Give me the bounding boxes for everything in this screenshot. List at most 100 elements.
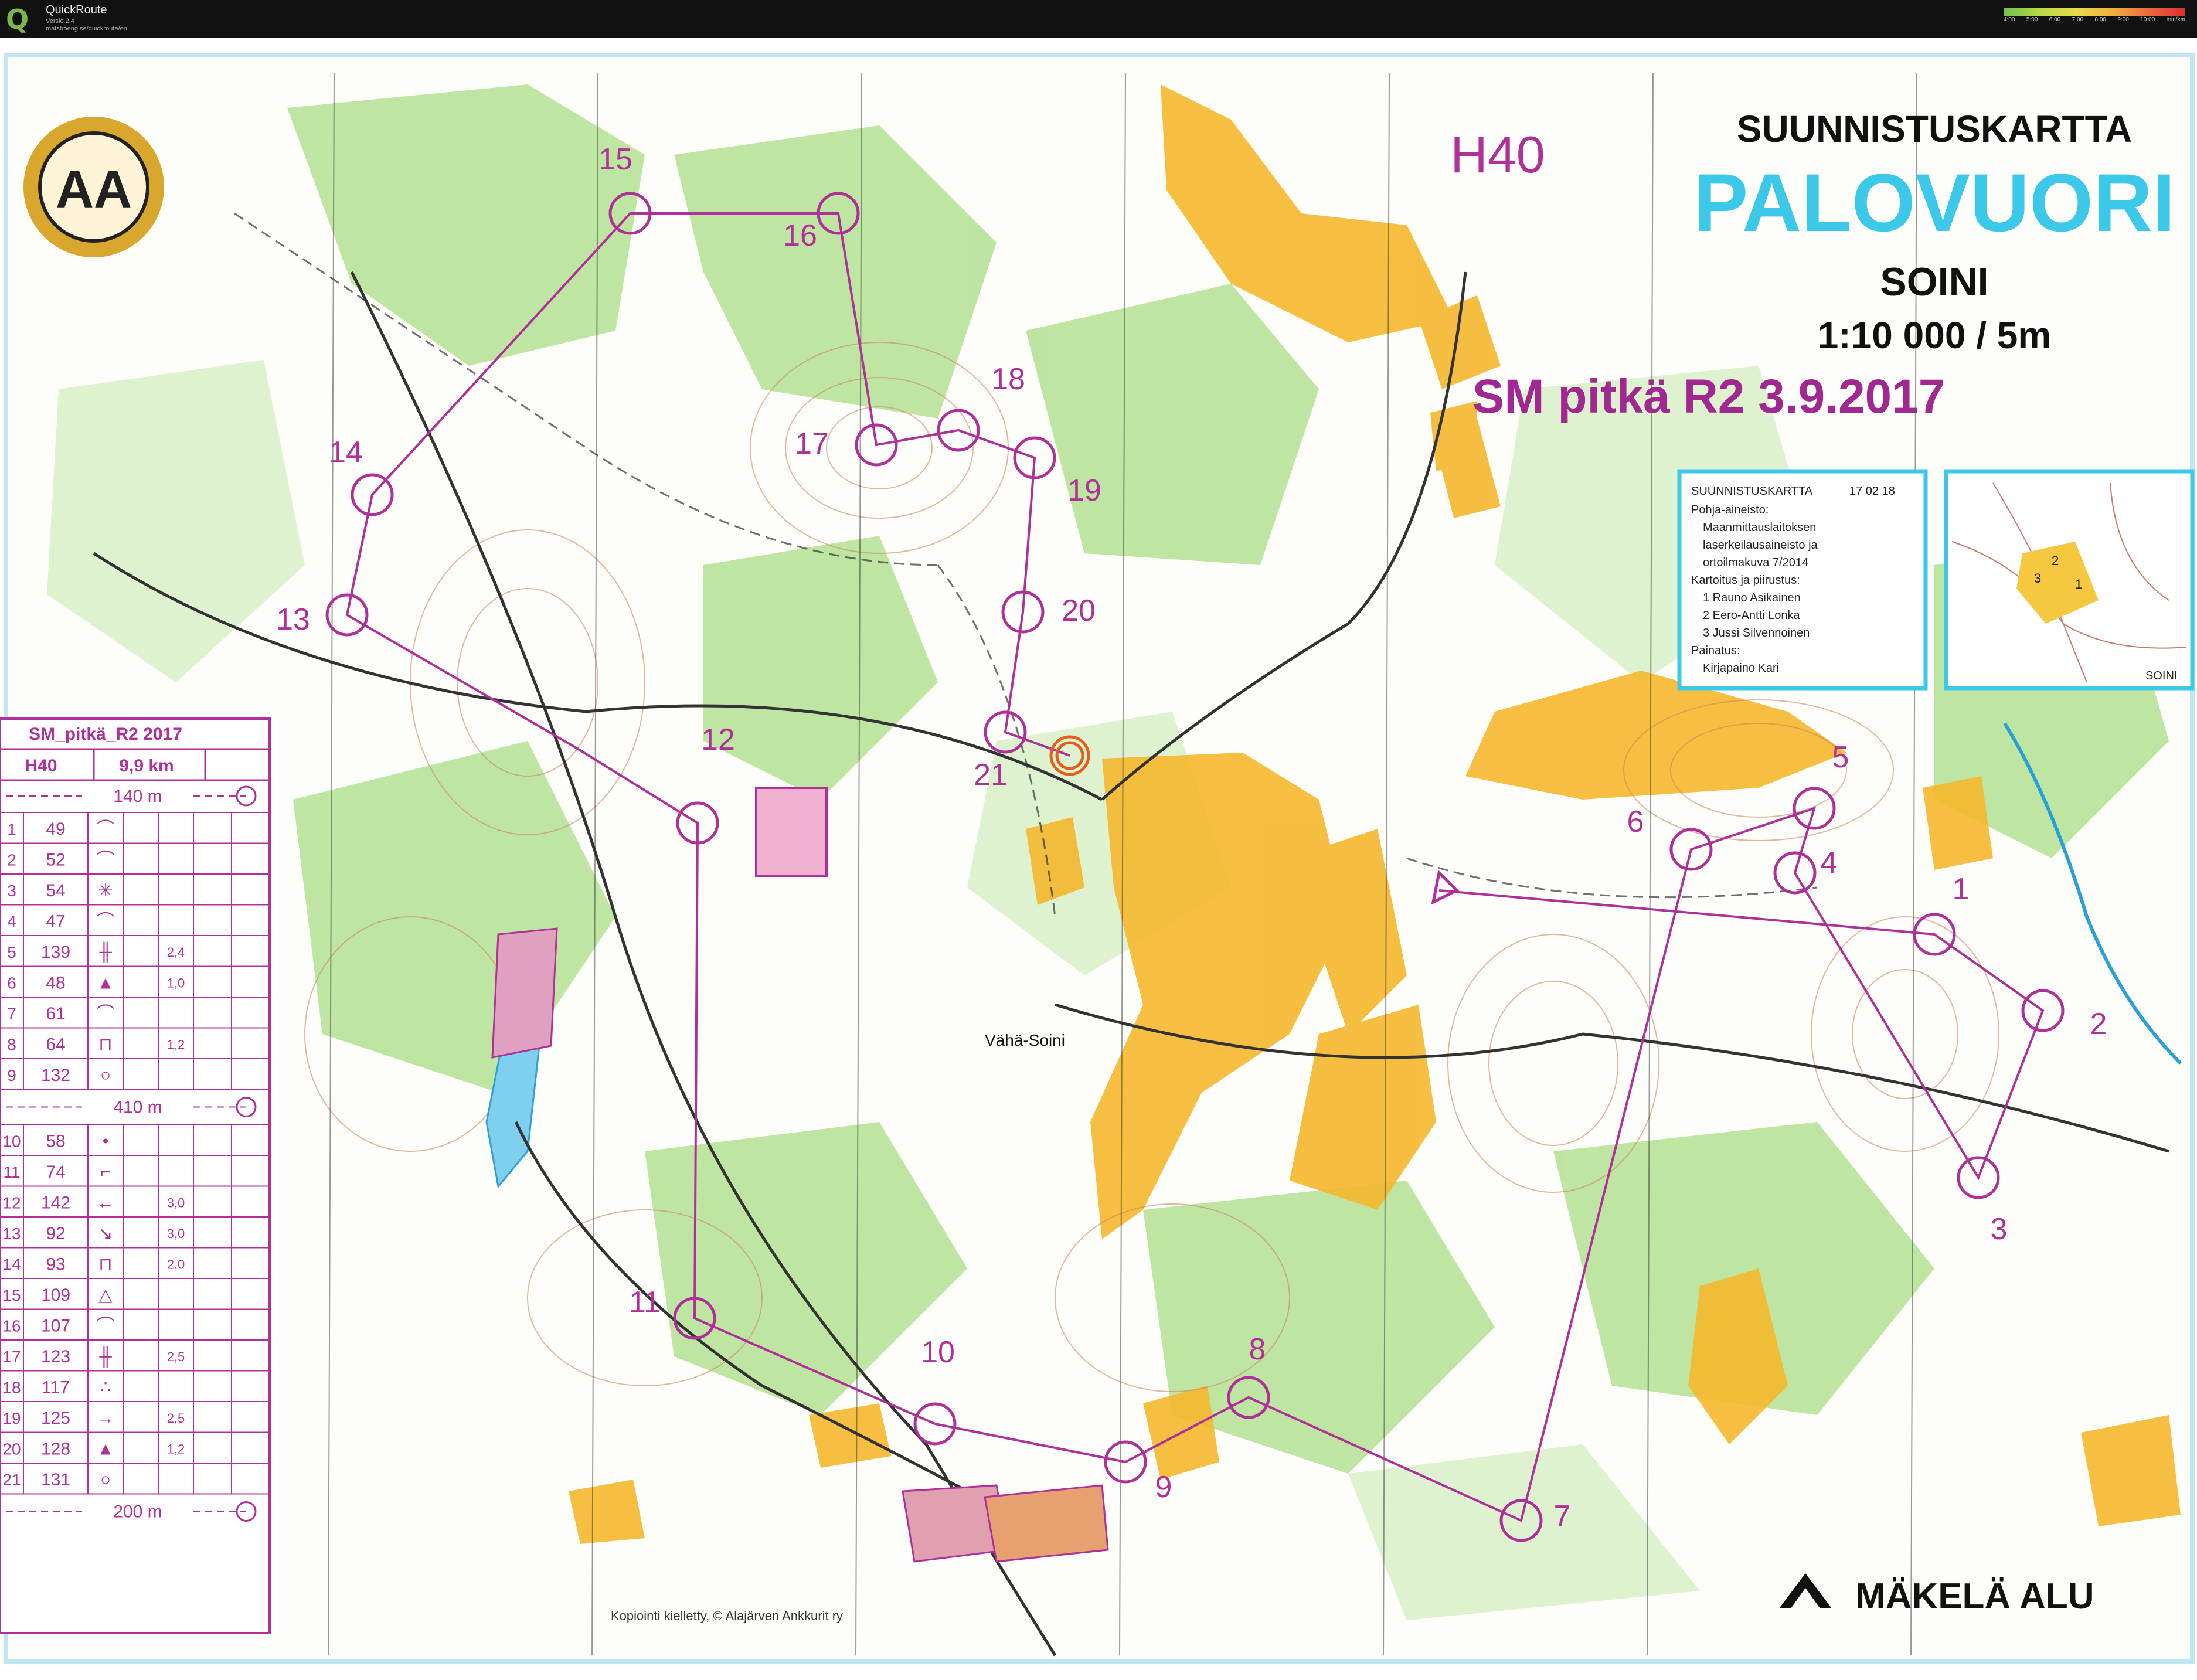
credits-line: 1 Rauno Asikainen [1703, 591, 1801, 604]
feature-symbol: ○ [100, 1066, 111, 1085]
row-number: 7 [7, 1005, 16, 1023]
feature-symbol: △ [98, 1285, 112, 1305]
row-number: 18 [2, 1379, 21, 1397]
speed-legend-labels: 4:00 5:00 6:00 7:00 8:00 9:00 10:00 min/km [2004, 16, 2185, 23]
credits-line: ortoilmakuva 7/2014 [1703, 556, 1808, 569]
row-number: 16 [2, 1317, 21, 1335]
club-emblem-icon: AA [23, 117, 164, 257]
description-class: H40 [25, 756, 57, 776]
app-url: matstroeng.se/quickroute/en [46, 25, 127, 32]
title-bar: Q QuickRoute Versio 2.4 matstroeng.se/qu… [0, 0, 2197, 38]
orienteering-map[interactable]: 1 2 3 4 5 6 7 8 9 10 11 12 13 14 15 16 17 18 19 20 21 SUUNNI… [0, 38, 2197, 1677]
speed-tick-label: 5:00 [2026, 16, 2038, 23]
control-code: 131 [41, 1470, 70, 1489]
app-title: QuickRoute [46, 4, 107, 16]
credits-line: Pohja-aineisto: [1691, 504, 1769, 516]
speed-gradient [2004, 8, 2185, 16]
app-version: Versio 2.4 [46, 18, 74, 25]
feature-dimension: 1,2 [167, 1442, 185, 1457]
control-number: 5 [1832, 740, 1849, 774]
speed-legend: 4:00 5:00 6:00 7:00 8:00 9:00 10:00 min/km [2004, 8, 2185, 23]
control-code: 93 [46, 1255, 65, 1274]
control-code: 109 [41, 1285, 70, 1305]
row-number: 4 [7, 913, 16, 931]
control-number: 20 [1062, 594, 1096, 628]
feature-symbol: ⌒ [97, 819, 114, 839]
control-number: 2 [2090, 1007, 2107, 1041]
event-title: SM pitkä R2 3.9.2017 [1472, 370, 1946, 423]
map-header: SUUNNISTUSKARTTA [1737, 108, 2132, 150]
app-subtitle: Versio 2.4 matstroeng.se/quickroute/en [46, 18, 127, 33]
map-place: SOINI [1880, 260, 1988, 304]
feature-dimension: 3,0 [167, 1226, 185, 1241]
control-code: 107 [41, 1317, 70, 1336]
feature-symbol: ○ [100, 1470, 111, 1489]
control-number: 17 [795, 427, 829, 461]
inset-num-1: 1 [2075, 577, 2082, 591]
control-number: 6 [1627, 805, 1644, 839]
feature-symbol: ← [97, 1193, 114, 1213]
control-number: 21 [974, 758, 1008, 792]
control-number: 11 [629, 1285, 661, 1319]
svg-text:AA: AA [56, 161, 132, 219]
feature-symbol: ╫ [98, 941, 112, 964]
copyright-text: Kopiointi kielletty, © Alajärven Ankkuri… [611, 1608, 843, 1623]
row-number: 6 [7, 974, 16, 992]
feature-dimension: 3,0 [167, 1196, 185, 1210]
control-code: 48 [46, 974, 65, 993]
credits-line: Kirjapaino Kari [1703, 662, 1779, 675]
feature-symbol: → [97, 1409, 114, 1428]
credits-line: 2 Eero-Antti Lonka [1703, 609, 1801, 622]
control-number: 16 [783, 219, 817, 253]
control-number: 15 [598, 142, 632, 176]
feature-symbol: ▲ [97, 1440, 114, 1459]
row-number: 2 [7, 851, 16, 869]
row-number: 5 [7, 943, 16, 961]
control-number: 14 [329, 436, 363, 470]
sponsor-name: MÄKELÄ ALU [1855, 1576, 2094, 1617]
credits-line: Kartoitus ja piirustus: [1691, 574, 1800, 587]
control-code: 74 [46, 1162, 65, 1182]
village-label: Vähä-Soini [985, 1031, 1065, 1049]
feature-dimension: 2,5 [167, 1411, 185, 1426]
feature-dimension: 2,0 [167, 1257, 185, 1272]
speed-tick-label: 8:00 [2094, 16, 2106, 23]
row-number: 15 [2, 1286, 21, 1304]
control-code: 61 [46, 1004, 65, 1023]
control-number: 4 [1821, 846, 1838, 880]
feature-symbol: ∴ [100, 1378, 111, 1397]
feature-symbol: ⊓ [98, 1255, 112, 1274]
feature-symbol: ↘ [98, 1224, 113, 1243]
row-number: 9 [7, 1066, 16, 1084]
control-code: 54 [46, 881, 65, 900]
feature-dimension: 1,0 [167, 976, 185, 991]
feature-dimension: 2,5 [167, 1349, 185, 1364]
feature-symbol: • [103, 1132, 109, 1151]
control-code: 132 [41, 1066, 70, 1085]
feature-symbol: ⌒ [97, 1004, 114, 1023]
row-number: 14 [2, 1256, 21, 1274]
speed-tick-label: min/km [2166, 16, 2185, 23]
speed-tick-label: 6:00 [2049, 16, 2061, 23]
row-number: 19 [2, 1409, 21, 1427]
credits-line: laserkeilausaineisto ja [1703, 539, 1818, 552]
control-code: 123 [41, 1347, 70, 1366]
feature-dimension: 2,4 [167, 945, 185, 960]
inset-num-3: 3 [2034, 571, 2041, 586]
control-number: 8 [1249, 1332, 1266, 1366]
row-number: 10 [2, 1133, 21, 1151]
control-number: 3 [1991, 1212, 2008, 1246]
control-code: 92 [46, 1224, 65, 1243]
row-number: 13 [2, 1225, 21, 1243]
row-number: 11 [3, 1163, 20, 1181]
feature-symbol: ⌒ [97, 851, 114, 870]
inset-num-2: 2 [2052, 553, 2059, 568]
control-code: 117 [42, 1378, 70, 1397]
control-code: 49 [46, 819, 65, 839]
leg-length: 200 m [113, 1502, 162, 1522]
control-description-sheet: SM_pitkä_R2 2017H40 9,9 km140 m1 49 ⌒2 52 ⌒3 5… [0, 717, 271, 1634]
inset-label: SOINI [2145, 669, 2177, 682]
row-number: 1 [7, 820, 16, 838]
credits-line: 3 Jussi Silvennoinen [1703, 627, 1810, 640]
control-code: 139 [41, 943, 70, 962]
